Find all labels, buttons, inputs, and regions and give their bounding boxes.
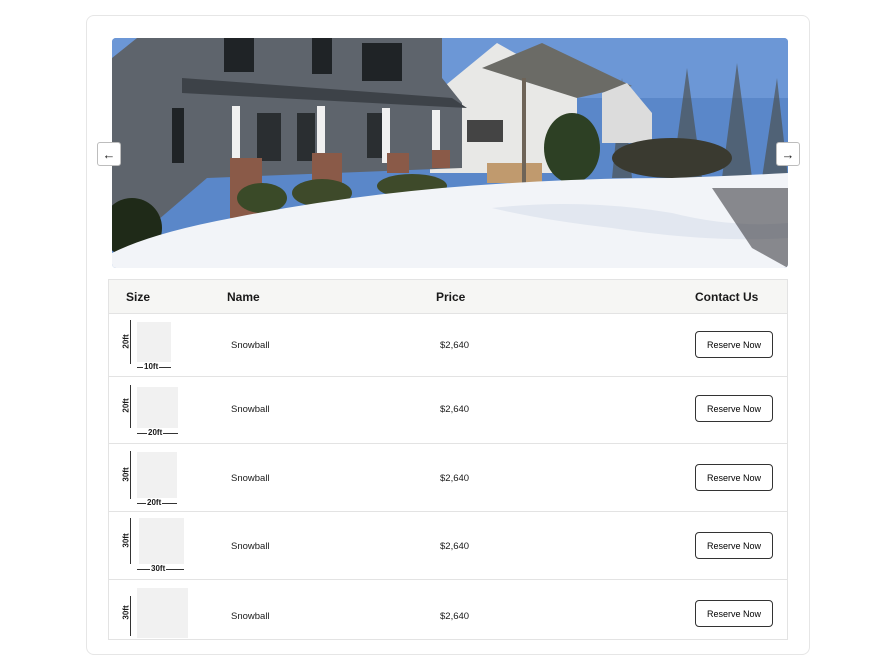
header-size: Size [126,290,151,304]
header-contact: Contact Us [695,290,759,304]
table-row: 20ft 20ft Snowball $2,640 Reserve Now [109,377,787,444]
unit-width-label: 10ft [143,362,160,371]
unit-price: $2,640 [440,404,470,415]
unit-price: $2,640 [440,541,470,552]
reserve-now-button[interactable]: Reserve Now [695,532,773,559]
photo-carousel[interactable] [112,38,788,268]
unit-height-label: 30ft [121,533,131,548]
unit-name: Snowball [231,340,270,351]
carousel-next-button[interactable]: → [776,142,800,166]
table-row: 20ft 10ft Snowball $2,640 Reserve Now [109,314,787,377]
unit-pricing-table: Size Name Price Contact Us 20ft 10ft Sno… [108,279,788,640]
unit-height-label: 30ft [121,605,131,620]
table-row: 30ft Snowball $2,640 Reserve Now [109,580,787,640]
unit-name: Snowball [231,473,270,484]
table-header: Size Name Price Contact Us [109,280,787,314]
header-price: Price [436,290,466,304]
unit-price: $2,640 [440,340,470,351]
unit-height-label: 30ft [121,467,131,482]
unit-width-label: 20ft [146,498,163,507]
unit-width-label: 30ft [150,564,167,573]
unit-height-label: 20ft [121,398,131,413]
reserve-now-button[interactable]: Reserve Now [695,395,773,422]
unit-name: Snowball [231,404,270,415]
carousel-prev-button[interactable]: ← [97,142,121,166]
unit-height-label: 20ft [121,334,131,349]
header-name: Name [227,290,260,304]
arrow-right-icon: → [781,146,795,162]
reserve-now-button[interactable]: Reserve Now [695,464,773,491]
unit-price: $2,640 [440,611,470,622]
table-row: 30ft 20ft Snowball $2,640 Reserve Now [109,444,787,512]
table-row: 30ft 30ft Snowball $2,640 Reserve Now [109,512,787,580]
house-photo [112,38,788,268]
reserve-now-button[interactable]: Reserve Now [695,331,773,358]
unit-name: Snowball [231,611,270,622]
unit-name: Snowball [231,541,270,552]
reserve-now-button[interactable]: Reserve Now [695,600,773,627]
unit-price: $2,640 [440,473,470,484]
arrow-left-icon: ← [102,146,116,162]
unit-width-label: 20ft [147,428,164,437]
